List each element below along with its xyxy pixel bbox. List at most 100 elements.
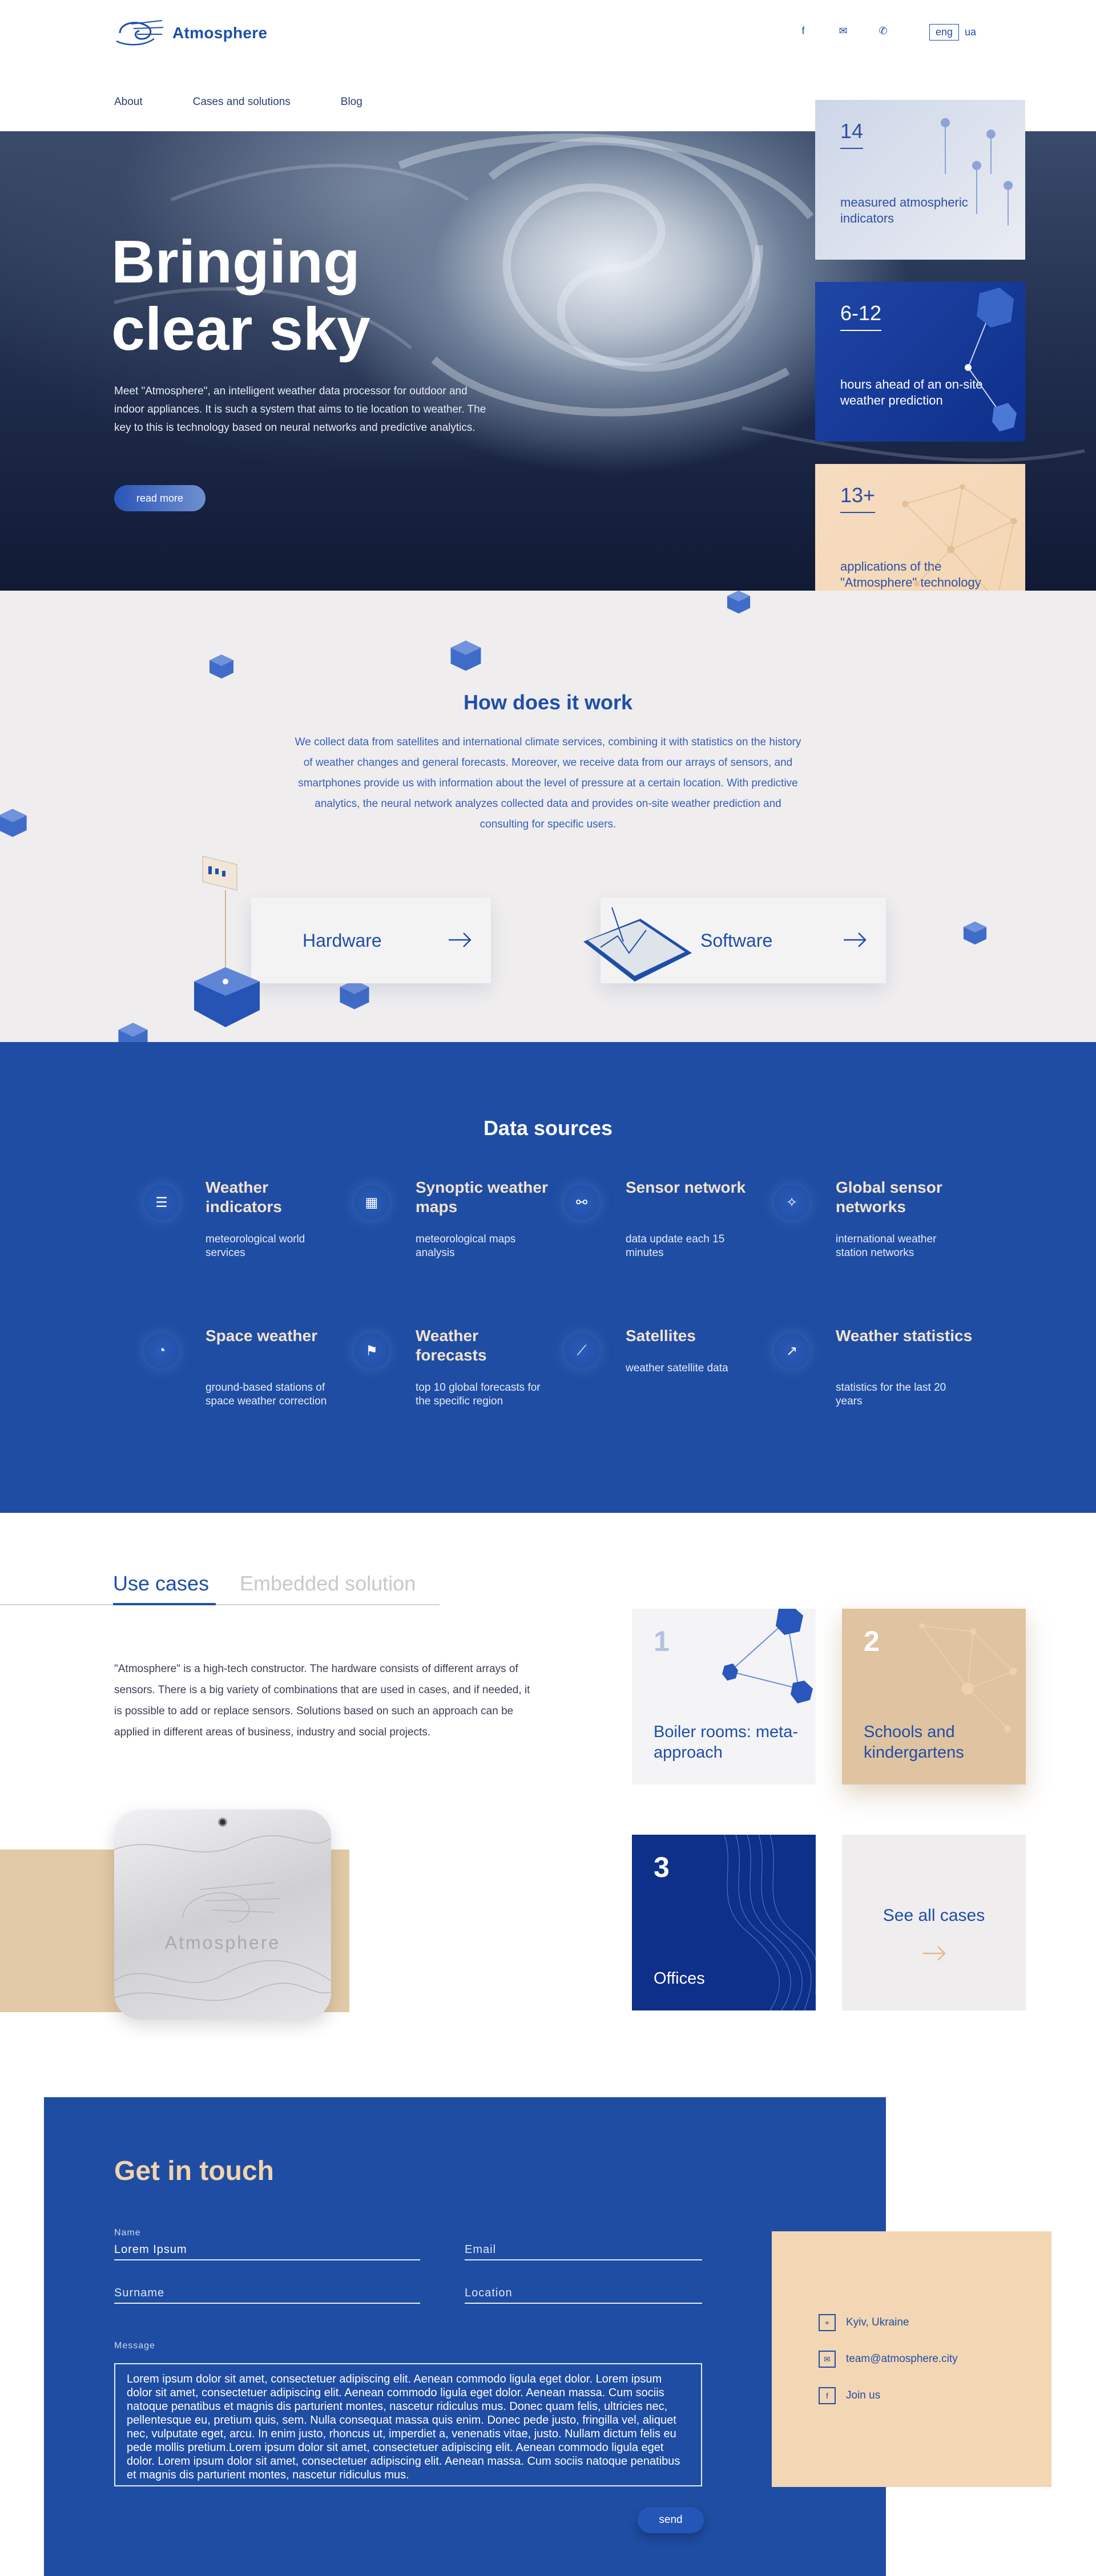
send-button[interactable]: send [638, 2507, 704, 2533]
network-icon: ⚯ [564, 1185, 599, 1220]
mail-icon[interactable]: ✉ [836, 25, 850, 37]
sensor-device-image: Atmosphere [114, 1810, 331, 2020]
location-text: Kyiv, Ukraine [846, 2316, 909, 2328]
source-sensor-network: ⚯ Sensor network data update each 15 min… [564, 1178, 769, 1299]
stat-number: 6-12 [840, 301, 882, 331]
floating-cube-icon [450, 640, 481, 671]
case-card-schools[interactable]: 2 Schools and kindergartens [842, 1609, 1026, 1784]
name-field[interactable] [114, 2240, 420, 2260]
use-cases-description: "Atmosphere" is a high-tech constructor.… [114, 1663, 530, 1738]
software-label: Software [700, 930, 773, 951]
sliders-icon: ☰ [144, 1185, 179, 1220]
active-tab-underline [113, 1603, 216, 1605]
email-info[interactable]: ✉ team@atmosphere.city [819, 2351, 958, 2368]
satellite-dish-icon: ◔ [144, 1333, 179, 1368]
lang-ua[interactable]: ua [965, 26, 976, 38]
floating-cube-icon [340, 980, 369, 1010]
case-title: Boiler rooms: meta-approach [654, 1723, 799, 1762]
source-global-sensor-networks: ✧ Global sensor networks international w… [774, 1178, 980, 1299]
tab-embedded-solution[interactable]: Embedded solution [240, 1572, 416, 1596]
social-links: f ✉ ✆ [796, 25, 890, 37]
facebook-icon: f [819, 2387, 836, 2404]
data-sources-section: Data sources ☰ Weather indicators meteor… [0, 1042, 1096, 1513]
arrow-right-icon [449, 932, 472, 947]
stat-card-prediction: 6-12 hours ahead of an on-site weather p… [815, 282, 1025, 442]
source-weather-statistics: ↗ Weather statistics statistics for the … [774, 1327, 980, 1447]
smartphone-icon [583, 907, 692, 982]
cyclone-logo-icon [116, 20, 164, 46]
hero-description: Meet "Atmosphere", an intelligent weathe… [114, 385, 486, 434]
map-pin-icon: ⌖ [819, 2314, 836, 2331]
source-synoptic-maps: ▦ Synoptic weather maps meteorological m… [354, 1178, 559, 1299]
floating-cube-icon [0, 809, 27, 837]
main-nav: About Cases and solutions Blog [114, 96, 362, 108]
windsock-icon: ⚑ [354, 1333, 389, 1368]
hero-title-line2: clear sky [111, 296, 370, 363]
join-text: Join us [846, 2389, 881, 2401]
facebook-info[interactable]: f Join us [819, 2387, 880, 2404]
stat-number: 13+ [840, 483, 876, 513]
nav-cases[interactable]: Cases and solutions [193, 96, 291, 108]
network-mesh-icon [919, 1623, 1017, 1732]
phone-icon[interactable]: ✆ [876, 25, 890, 37]
hero-title-line1: Bringing [111, 228, 360, 296]
satellite-icon: ⟋ [564, 1333, 599, 1368]
mail-icon: ✉ [819, 2351, 836, 2368]
hero-title: Bringing clear sky [111, 228, 370, 363]
how-it-works-section: How does it work We collect data from sa… [0, 591, 1096, 1042]
device-pattern [114, 1835, 331, 2001]
read-more-button[interactable]: read more [114, 485, 206, 511]
contact-title: Get in touch [114, 2156, 274, 2186]
case-number: 1 [654, 1625, 670, 1657]
floating-cube-icon [727, 591, 751, 614]
case-card-boiler-rooms[interactable]: 1 Boiler rooms: meta-approach [632, 1609, 816, 1784]
facebook-icon[interactable]: f [796, 25, 810, 37]
arrow-right-icon [844, 932, 867, 947]
see-all-cases-label: See all cases [883, 1906, 985, 1925]
location-field[interactable] [465, 2283, 702, 2304]
message-label: Message [114, 2341, 155, 2351]
language-switcher: eng ua [929, 24, 976, 41]
nav-blog[interactable]: Blog [341, 96, 362, 108]
floating-cube-icon [118, 1023, 148, 1042]
see-all-cases-card[interactable]: See all cases [842, 1835, 1026, 2010]
brand-name: Atmosphere [172, 24, 268, 42]
stat-card-indicators: 14 measured atmospheric indicators [815, 100, 1025, 260]
hardware-card[interactable]: Hardware [251, 898, 491, 983]
source-satellites: ⟋ Satellites weather satellite data [564, 1327, 769, 1447]
global-network-icon: ✧ [774, 1185, 809, 1220]
case-title: Offices [654, 1969, 705, 1988]
source-weather-forecasts: ⚑ Weather forecasts top 10 global foreca… [354, 1327, 559, 1447]
nav-about[interactable]: About [114, 96, 143, 108]
source-weather-indicators: ☰ Weather indicators meteorological worl… [144, 1178, 349, 1299]
tabs-divider [0, 1604, 440, 1605]
how-description: We collect data from satellites and inte… [295, 736, 801, 830]
message-field[interactable]: Lorem ipsum dolor sit amet, consectetuer… [114, 2363, 702, 2486]
contact-section: Get in touch Name Message Lorem ipsum do… [44, 2097, 886, 2576]
device-brand: Atmosphere [164, 1932, 281, 1953]
data-sources-title: Data sources [483, 1116, 613, 1140]
connected-cubes-icon [722, 1609, 813, 1703]
logo[interactable]: Atmosphere [114, 16, 267, 50]
case-number: 3 [654, 1851, 670, 1883]
tab-use-cases[interactable]: Use cases [113, 1572, 209, 1602]
use-cases-section: Use cases Embedded solution "Atmosphere"… [0, 1513, 1096, 2097]
arrow-right-icon [923, 1946, 946, 1961]
floating-cube-icon [963, 921, 987, 945]
contact-info-box: ⌖ Kyiv, Ukraine ✉ team@atmosphere.city f… [772, 2231, 1051, 2487]
name-label: Name [114, 2228, 141, 2238]
connected-cubes-icon [965, 288, 1017, 431]
chart-icon: ↗ [774, 1333, 809, 1368]
email-text: team@atmosphere.city [846, 2353, 958, 2365]
source-space-weather: ◔ Space weather ground-based stations of… [144, 1327, 349, 1447]
email-field[interactable] [465, 2240, 702, 2260]
floating-cube-icon [209, 655, 233, 679]
lang-eng[interactable]: eng [929, 24, 960, 41]
stat-number: 14 [840, 119, 864, 149]
case-card-offices[interactable]: 3 Offices [632, 1835, 816, 2010]
hardware-device-icon [194, 855, 260, 1027]
sensor-pins-icon [941, 118, 1013, 225]
how-title: How does it work [463, 691, 633, 714]
map-icon: ▦ [354, 1185, 389, 1220]
surname-field[interactable] [114, 2283, 420, 2304]
